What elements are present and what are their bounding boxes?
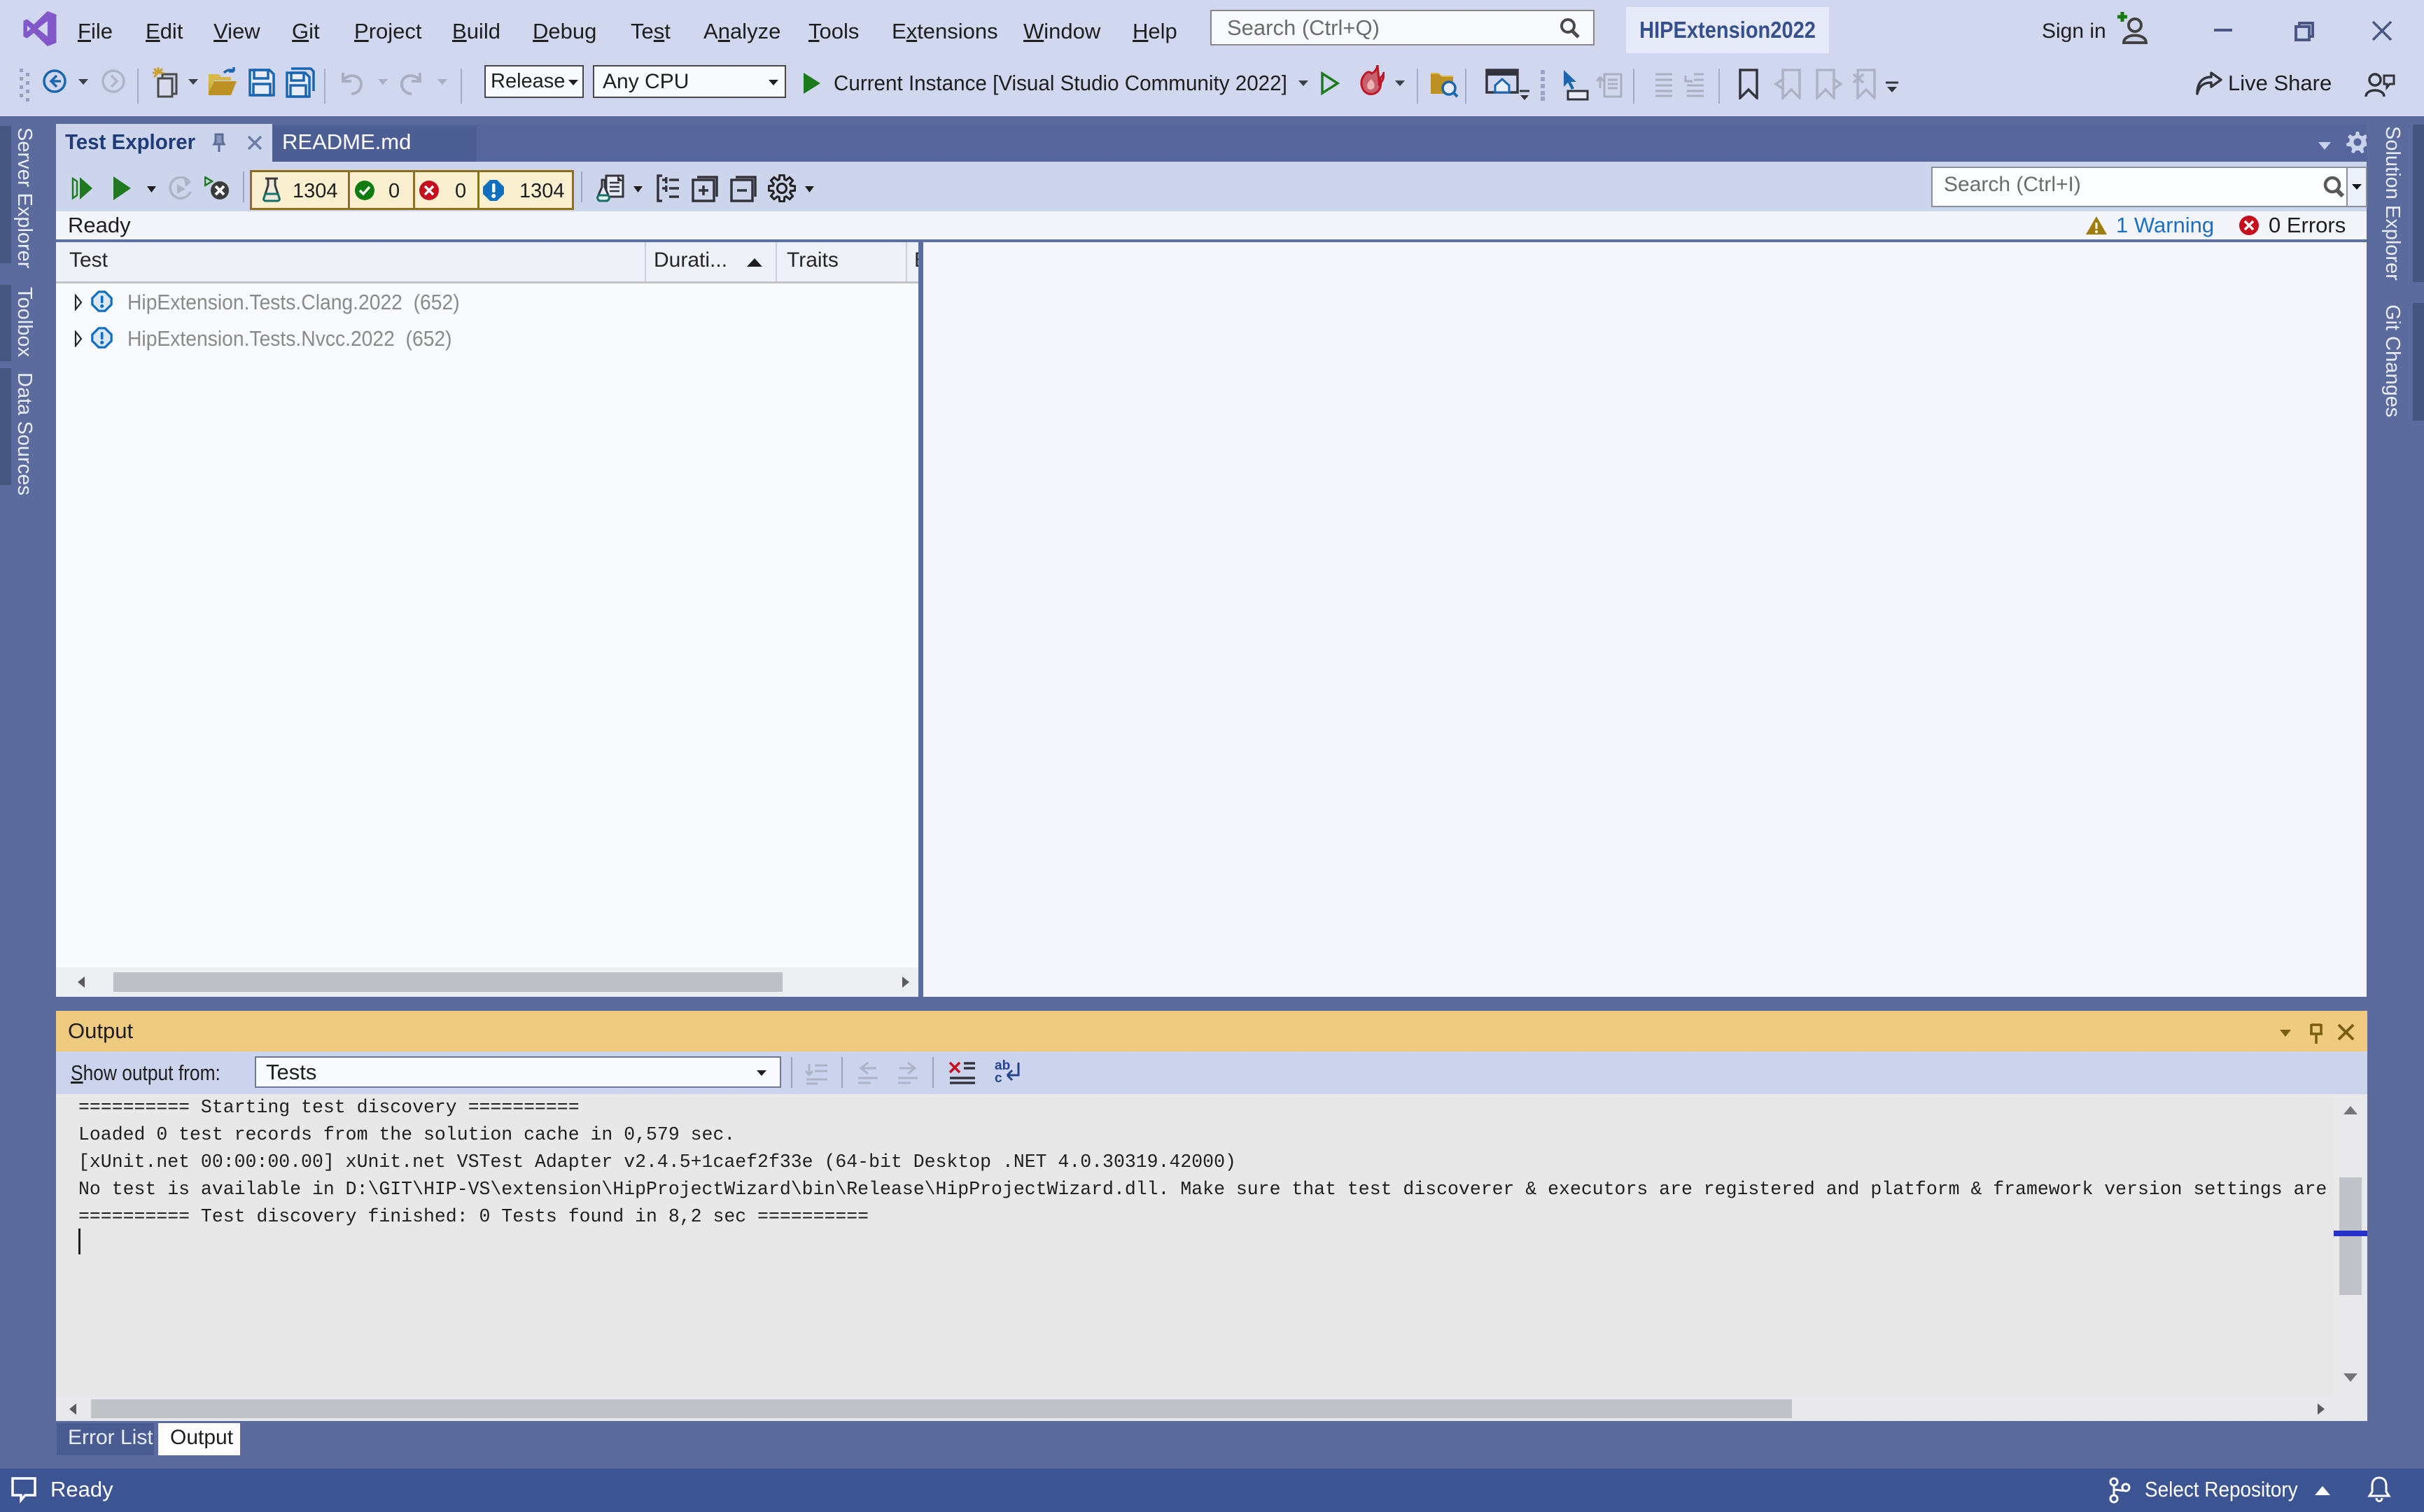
svg-text:c: c — [995, 1071, 1002, 1086]
